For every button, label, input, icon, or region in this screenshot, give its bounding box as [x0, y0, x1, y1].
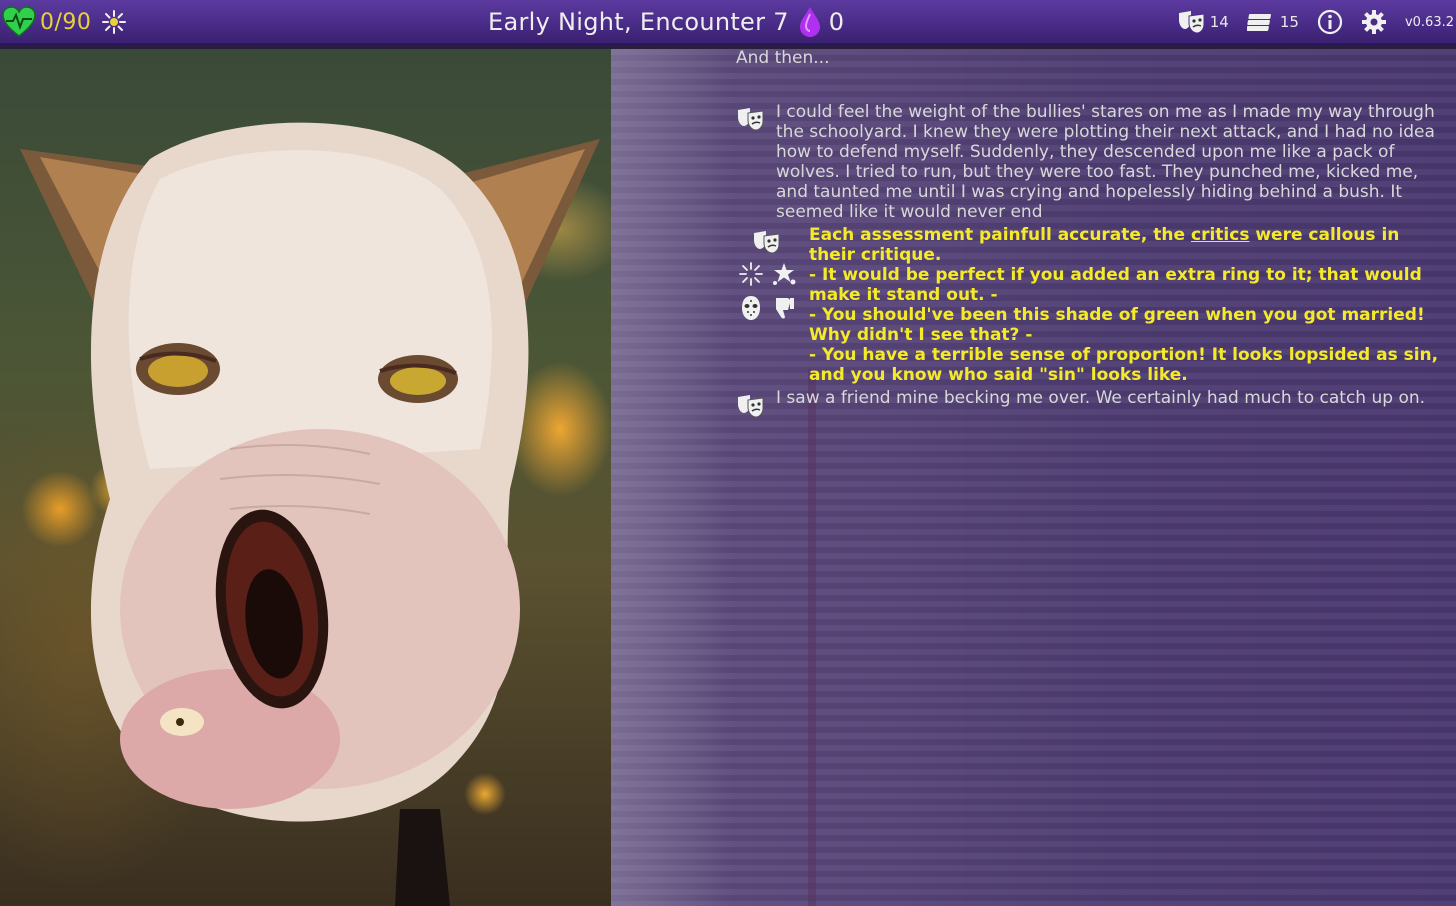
game-screen: 0/90 Early Night, Encounter 7 0 14 15 v0…: [0, 0, 1456, 906]
critics-event-text: Each assessment painfull accurate, the c…: [809, 225, 1449, 265]
health-value: 0/90: [40, 9, 92, 35]
stars-icon: [771, 262, 797, 286]
encounter-portrait: [0, 49, 611, 906]
top-right-controls: 14 15 v0.63.2: [1177, 0, 1456, 44]
gear-icon[interactable]: [1361, 9, 1387, 35]
log-intro: And then...: [736, 48, 830, 68]
masks-stat: 14: [1177, 9, 1229, 35]
theater-masks-icon: [752, 228, 782, 256]
top-bar: 0/90 Early Night, Encounter 7 0 14 15 v0…: [0, 0, 1456, 46]
theater-masks-icon: [736, 105, 766, 133]
theater-masks-icon: [1178, 11, 1205, 34]
encounter-title: Early Night, Encounter 7: [488, 8, 789, 36]
creature-illustration: [20, 122, 600, 906]
masks-count: 14: [1209, 13, 1229, 31]
critique-line-1: - It would be perfect if you added an ex…: [809, 265, 1422, 305]
log-entry-bullies: I could feel the weight of the bullies' …: [776, 102, 1435, 222]
version-label: v0.63.2: [1404, 14, 1454, 30]
money-count: 15: [1279, 13, 1299, 31]
encounter-title-group: Early Night, Encounter 7 0: [488, 6, 844, 38]
money-stat: 15: [1246, 9, 1299, 35]
critics-link[interactable]: critics: [1191, 225, 1249, 245]
info-icon[interactable]: [1317, 9, 1343, 35]
thumbs-down-icon: [773, 296, 795, 320]
soul-drop-icon: [799, 7, 820, 37]
burst-icon: [739, 262, 763, 286]
heart-icon: [2, 6, 36, 37]
theater-masks-icon: [736, 392, 766, 420]
money-stack-icon: [1246, 14, 1271, 31]
hockey-mask-icon: [740, 295, 762, 321]
burst-icon: [102, 10, 126, 34]
soul-count: 0: [828, 8, 845, 36]
log-entry-friend: I saw a friend mine becking me over. We …: [776, 388, 1426, 408]
critique-line-2: - You should've been this shade of green…: [809, 305, 1425, 345]
critique-line-3: - You have a terrible sense of proportio…: [809, 345, 1439, 385]
health-display: 0/90: [2, 6, 91, 38]
event-text-start: Each assessment painfull accurate, the: [809, 225, 1191, 245]
